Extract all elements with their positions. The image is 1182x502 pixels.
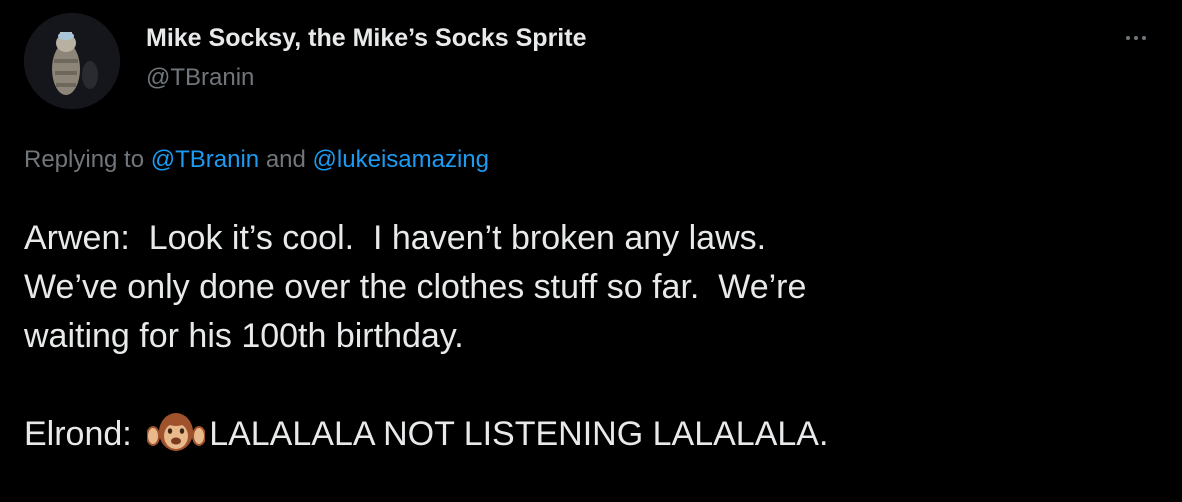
elrond-label: Elrond:	[24, 415, 142, 453]
ellipsis-dot	[1126, 36, 1130, 40]
tweet: Mike Socksy, the Mike’s Socks Sprite @TB…	[0, 0, 1182, 502]
author-handle[interactable]: @TBranin	[146, 64, 254, 92]
ellipsis-icon[interactable]	[1112, 22, 1160, 54]
tweet-text: Arwen: Look it’s cool. I haven’t broken …	[24, 214, 1164, 459]
ellipsis-dot	[1142, 36, 1146, 40]
author-display-name[interactable]: Mike Socksy, the Mike’s Socks Sprite	[146, 24, 586, 53]
tweet-line: Arwen: Look it’s cool. I haven’t broken …	[24, 219, 767, 257]
reply-context-prefix: Replying to	[24, 146, 151, 173]
tweet-line-elrond: Elrond: LALALALA NOT LISTENING LALALALA.	[24, 410, 1164, 459]
tweet-line: We’ve only done over the clothes stuff s…	[24, 268, 807, 306]
hear-no-evil-monkey-icon	[146, 410, 207, 454]
reply-context: Replying to @TBranin and @lukeisamazing	[24, 146, 489, 174]
tweet-blank-line: ​	[24, 361, 1164, 410]
tweet-line: waiting for his 100th birthday.	[24, 317, 464, 355]
profile-photo-icon[interactable]	[24, 13, 120, 109]
ellipsis-dot	[1134, 36, 1138, 40]
mention-link-lukeisamazing[interactable]: @lukeisamazing	[313, 146, 489, 173]
elrond-text: LALALALA NOT LISTENING LALALALA.	[209, 415, 829, 453]
mention-link-tbranin[interactable]: @TBranin	[151, 146, 259, 173]
reply-context-connector: and	[259, 146, 313, 173]
